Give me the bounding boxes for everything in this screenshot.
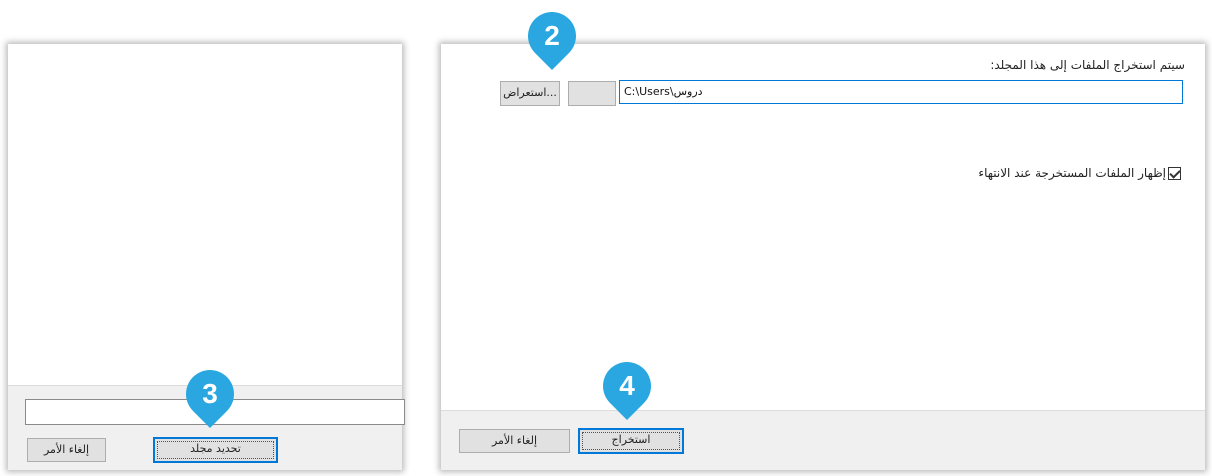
destination-label: سيتم استخراج الملفات إلى هذا المجلد:	[990, 58, 1185, 72]
extract-label: استخراج	[611, 433, 651, 446]
step-3-marker: 3	[176, 360, 244, 428]
cancel-button[interactable]: إلغاء الأمر	[459, 429, 570, 453]
extract-button[interactable]: استخراج	[578, 428, 684, 454]
step-4-marker: 4	[593, 352, 661, 420]
browse-button-secondary[interactable]	[568, 81, 616, 106]
step-4-number: 4	[619, 370, 635, 401]
step-2-marker: 2	[518, 2, 586, 70]
destination-path-text: C:\Users\دروس	[624, 85, 703, 98]
step-3-number: 3	[202, 378, 218, 409]
show-files-checkbox-label: إظهار الملفات المستخرجة عند الانتهاء	[978, 166, 1166, 180]
select-folder-label: تحديد مجلد	[190, 442, 241, 455]
step-2-number: 2	[544, 20, 560, 51]
browse-button[interactable]: استعراض...	[500, 81, 560, 106]
extract-dialog: سيتم استخراج الملفات إلى هذا المجلد: C:\…	[441, 44, 1205, 470]
show-files-checkbox[interactable]	[1168, 167, 1181, 180]
destination-path-input[interactable]: C:\Users\دروس	[619, 80, 1183, 104]
select-folder-button[interactable]: تحديد مجلد	[153, 437, 278, 463]
cancel-button[interactable]: إلغاء الأمر	[27, 438, 106, 462]
extract-dialog-footer: إلغاء الأمر استخراج	[441, 410, 1205, 470]
